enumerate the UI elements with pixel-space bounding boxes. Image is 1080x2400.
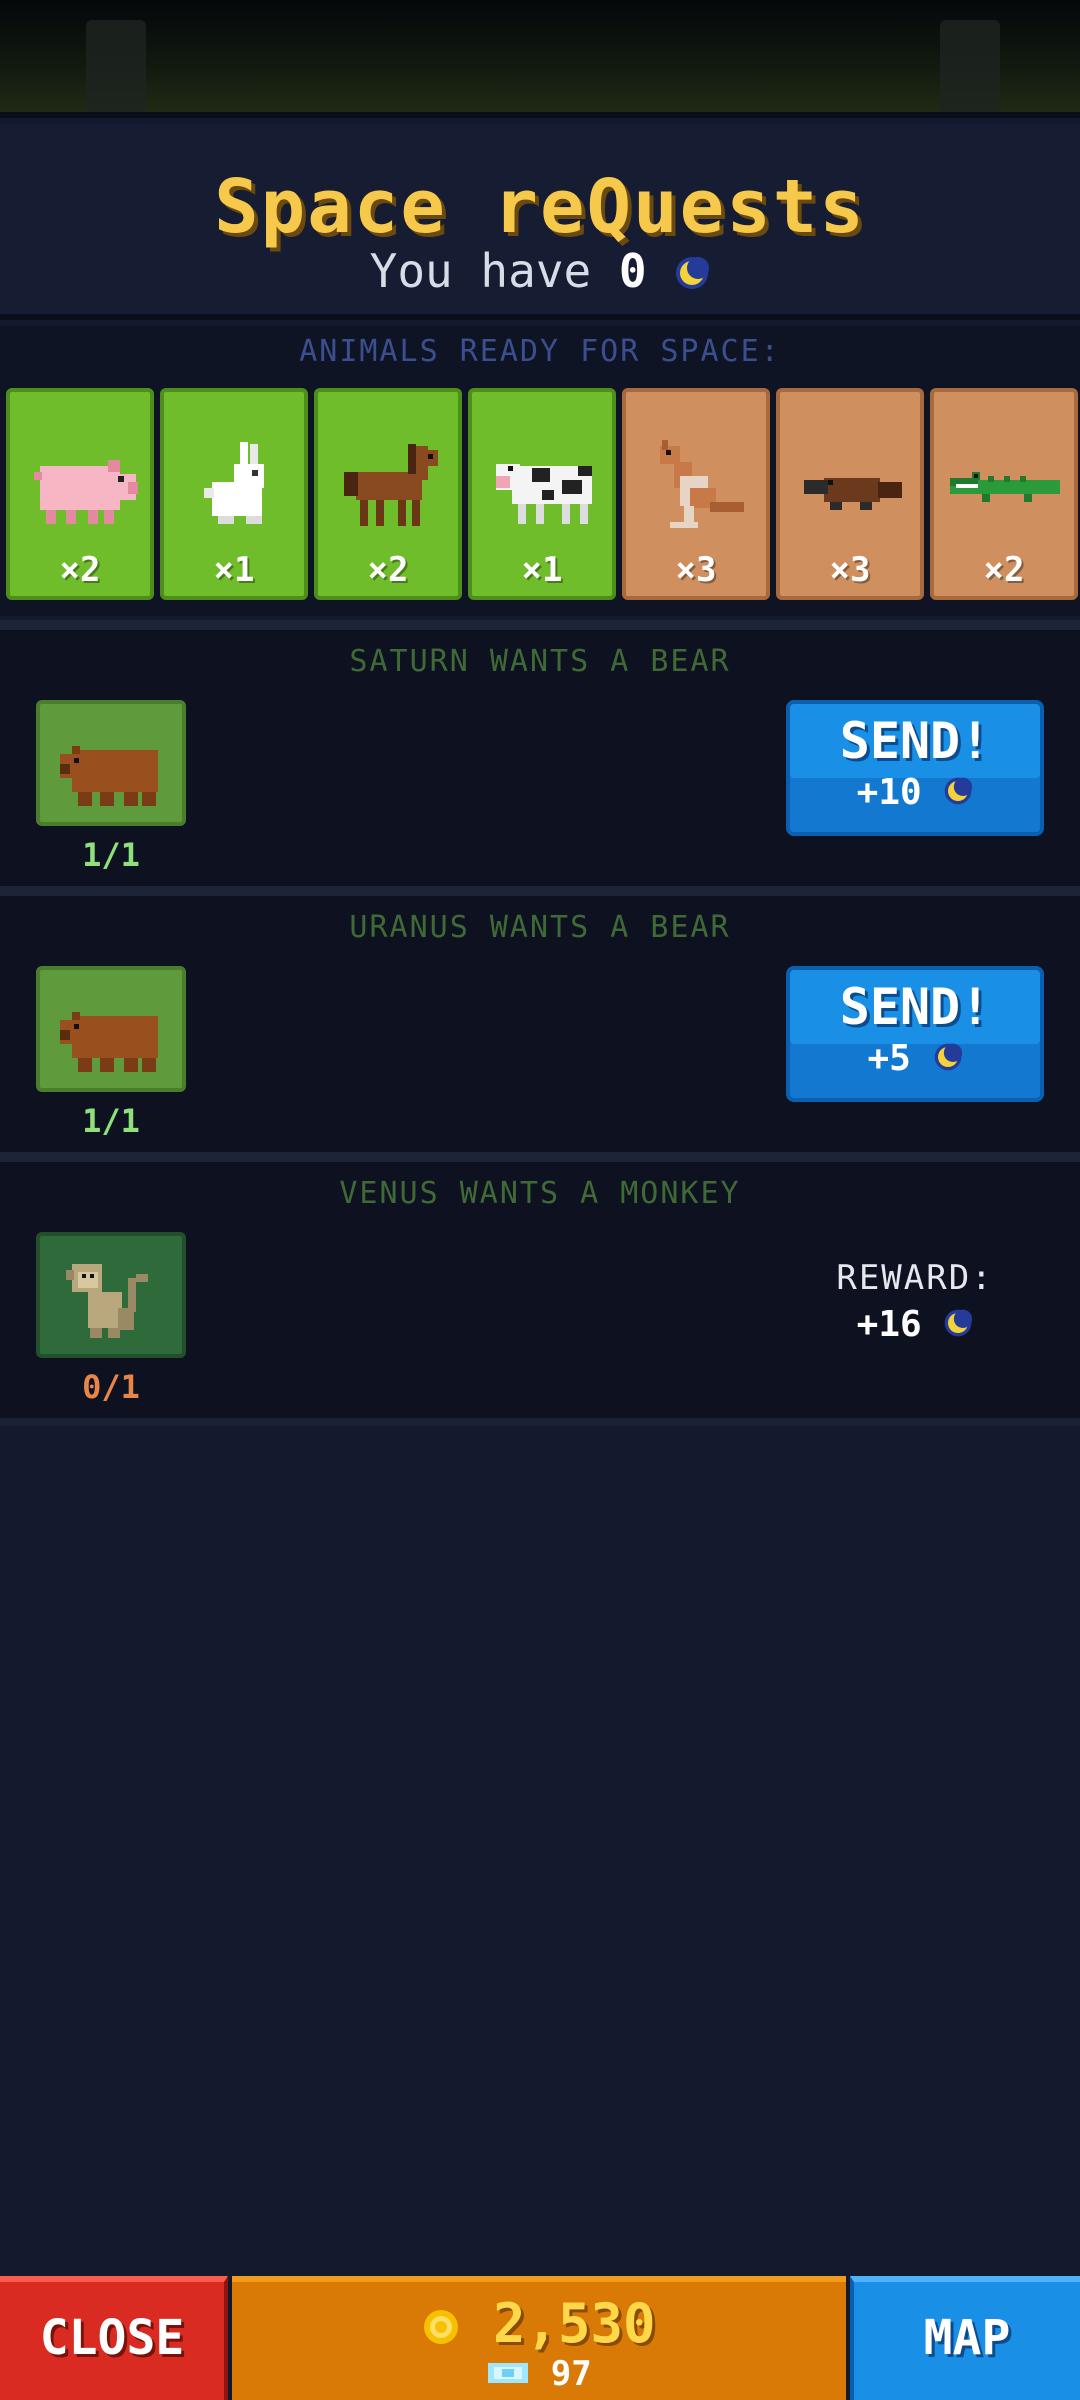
animal-count: ×2 — [367, 550, 409, 590]
send-button[interactable]: SEND! +10 — [786, 700, 1044, 836]
section-divider — [0, 886, 1080, 896]
request-animal-thumb — [36, 966, 186, 1092]
crocodile-icon — [950, 472, 1060, 502]
kangaroo-icon — [660, 440, 744, 528]
platypus-icon — [804, 478, 902, 510]
reward-amount: +16 — [856, 1304, 922, 1345]
animal-card-cow[interactable]: ×1 — [468, 388, 616, 600]
reward-amount: +10 — [856, 772, 922, 813]
reward-info: REWARD: +16 — [800, 1258, 1030, 1347]
moon-coin-icon — [943, 774, 973, 815]
animal-count: ×2 — [983, 550, 1025, 590]
section-divider — [0, 1418, 1080, 1426]
request-animal-thumb — [36, 700, 186, 826]
horse-icon — [344, 444, 438, 526]
request-progress: 1/1 — [82, 836, 140, 874]
request-progress: 1/1 — [82, 1102, 140, 1140]
pig-icon — [34, 460, 138, 524]
moon-coin-icon — [943, 1306, 973, 1347]
fence-post — [940, 20, 1000, 112]
animal-count: ×3 — [829, 550, 871, 590]
animal-card-crocodile[interactable]: ×2 — [930, 388, 1078, 600]
reward-label: REWARD: — [836, 1258, 994, 1298]
gem-amount: 97 — [550, 2354, 592, 2394]
bear-icon — [60, 746, 158, 806]
monkey-icon — [66, 1264, 148, 1338]
moon-coin-icon — [674, 248, 710, 302]
cow-icon — [496, 464, 592, 524]
balance-label: You have — [369, 244, 592, 298]
section-divider — [0, 1152, 1080, 1162]
request-title: SATURN WANTS A BEAR — [349, 644, 731, 679]
balance-amount: 0 — [618, 244, 647, 298]
page-title: Space reQuests — [214, 164, 866, 250]
send-reward: +10 — [790, 772, 1040, 815]
request-progress: 0/1 — [82, 1368, 140, 1406]
bottom-bar: CLOSE 2,530 97 MAP — [0, 2276, 1080, 2400]
gold-coin-icon — [422, 2296, 460, 2359]
gold-balance: 2,530 — [232, 2292, 846, 2359]
request-row: VENUS WANTS A MONKEY 0/1 REWARD: +16 — [0, 1162, 1080, 1418]
send-button[interactable]: SEND! +5 — [786, 966, 1044, 1102]
request-row: URANUS WANTS A BEAR 1/1 SEND! +5 — [0, 896, 1080, 1152]
send-button-label: SEND! — [839, 978, 991, 1036]
reward-value: +16 — [800, 1304, 1030, 1347]
request-title: VENUS WANTS A MONKEY — [339, 1176, 741, 1211]
bear-icon — [60, 1012, 158, 1072]
animal-card-pig[interactable]: ×2 — [6, 388, 154, 600]
gem-balance: 97 — [232, 2354, 846, 2396]
animal-card-kangaroo[interactable]: ×3 — [622, 388, 770, 600]
animal-card-rabbit[interactable]: ×1 — [160, 388, 308, 600]
send-reward: +5 — [790, 1038, 1040, 1081]
animal-count: ×1 — [213, 550, 255, 590]
section-divider — [0, 620, 1080, 630]
send-button-label: SEND! — [839, 712, 991, 770]
animal-count: ×1 — [521, 550, 563, 590]
fence-post — [86, 20, 146, 112]
gold-amount: 2,530 — [492, 2292, 656, 2355]
request-animal-thumb — [36, 1232, 186, 1358]
gem-icon — [486, 2356, 530, 2396]
currency-balance: You have 0 — [0, 244, 1080, 302]
animal-card-platypus[interactable]: ×3 — [776, 388, 924, 600]
header: Space reQuests You have 0 — [0, 124, 1080, 320]
animals-ready-label: ANIMALS READY FOR SPACE: — [299, 334, 781, 369]
animal-count: ×2 — [59, 550, 101, 590]
rabbit-icon — [204, 442, 264, 524]
wallet-panel: 2,530 97 — [232, 2276, 846, 2400]
reward-amount: +5 — [867, 1038, 911, 1079]
request-title: URANUS WANTS A BEAR — [349, 910, 731, 945]
moon-coin-icon — [933, 1040, 963, 1081]
animal-card-horse[interactable]: ×2 — [314, 388, 462, 600]
map-button[interactable]: MAP — [850, 2276, 1080, 2400]
close-button[interactable]: CLOSE — [0, 2276, 228, 2400]
game-background-strip — [0, 0, 1080, 118]
animal-count: ×3 — [675, 550, 717, 590]
request-row: SATURN WANTS A BEAR 1/1 SEND! +10 — [0, 630, 1080, 886]
animals-ready-section: ANIMALS READY FOR SPACE: ×2 ×1 ×2 ×1 ×3 … — [0, 326, 1080, 616]
